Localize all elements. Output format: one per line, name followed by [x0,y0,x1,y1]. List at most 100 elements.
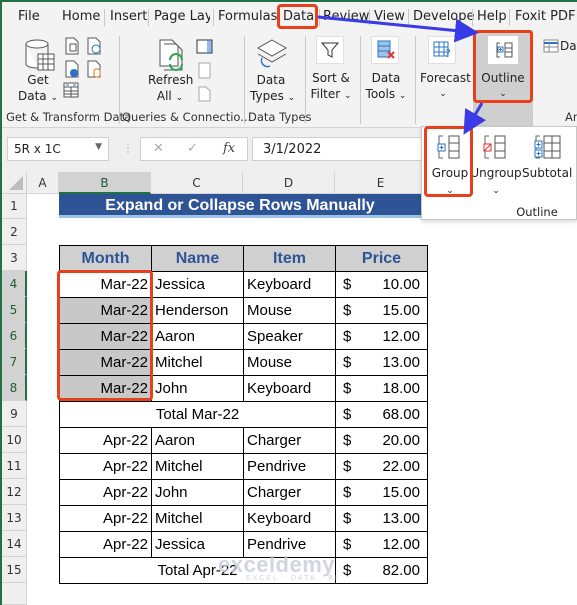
tab-review[interactable]: Review [323,9,369,24]
select-all-button[interactable] [2,172,27,194]
queries-pane-icon[interactable] [196,39,214,55]
svg-text:?: ? [445,47,451,59]
watermark: exceldemy EXCEL · DATA · BI [218,552,339,582]
name-cell[interactable]: Aaron [151,427,244,454]
row-header[interactable]: 5 [2,297,27,323]
existing-connections-icon[interactable] [86,60,102,78]
from-table-icon[interactable] [63,82,79,98]
price-cell[interactable]: $18.00 [335,375,428,402]
refresh-icon [159,39,183,71]
row-header[interactable]: 2 [2,219,27,245]
data-analysis-icon[interactable] [543,39,559,53]
formula-bar: 5R x 1C ▼ ⋮ ✕ ✓ fx 3/1/2022 [2,128,452,172]
name-cell[interactable]: John [151,375,244,402]
formula-bar-grip: ⋮ [122,141,134,155]
header-price[interactable]: Price [335,245,428,272]
tab-formulas[interactable]: Formulas [218,9,277,24]
item-cell[interactable]: Mouse [243,349,336,376]
price-cell[interactable]: $12.00 [335,323,428,350]
name-box[interactable]: 5R x 1C ▼ [7,137,109,161]
item-cell[interactable]: Charger [243,427,336,454]
header-name[interactable]: Name [151,245,244,272]
from-text-icon[interactable] [64,37,80,55]
name-cell[interactable]: Mitchel [151,453,244,480]
row-header[interactable]: 9 [2,401,27,427]
tab-home[interactable]: Home [62,9,100,24]
properties-icon[interactable] [198,62,212,80]
name-cell[interactable]: John [151,479,244,506]
row-header[interactable]: 4 [2,271,27,297]
price-cell[interactable]: $12.00 [335,531,428,558]
total-row: Total Mar-22 $68.00 [59,401,428,428]
item-cell[interactable]: Charger [243,479,336,506]
row-header[interactable]: 8 [2,375,27,401]
month-cell[interactable]: Apr-22 [59,505,152,532]
item-cell[interactable]: Mouse [243,297,336,324]
row-header[interactable]: 6 [2,323,27,349]
row-header[interactable]: 10 [2,427,27,453]
column-header-d[interactable]: D [243,172,335,194]
column-header-c[interactable]: C [151,172,243,194]
sheet-title[interactable]: Expand or Collapse Rows Manually [59,194,421,218]
name-cell[interactable]: Henderson [151,297,244,324]
price-cell[interactable]: $22.00 [335,453,428,480]
price-cell[interactable]: $13.00 [335,505,428,532]
insert-function-icon[interactable]: fx [223,141,235,156]
item-cell[interactable]: Keyboard [243,505,336,532]
header-item[interactable]: Item [243,245,336,272]
enter-icon[interactable]: ✓ [187,141,198,156]
tab-insert[interactable]: Insert [110,9,147,24]
name-cell[interactable]: Aaron [151,323,244,350]
row-header[interactable]: 11 [2,453,27,479]
tab-foxit-pdf[interactable]: Foxit PDF [515,9,575,24]
row-header[interactable]: 13 [2,505,27,531]
row-header[interactable]: 7 [2,349,27,375]
table-row: Apr-22 Aaron Charger $20.00 [59,427,428,454]
month-cell[interactable]: Apr-22 [59,531,152,558]
table-header-row: Month Name Item Price [59,245,428,272]
tab-help[interactable]: Help [477,9,507,24]
row-header[interactable]: 1 [2,194,27,219]
item-cell[interactable]: Speaker [243,323,336,350]
data-tools-icon [377,40,395,59]
row-header[interactable]: 12 [2,479,27,505]
price-cell[interactable]: $15.00 [335,297,428,324]
item-cell[interactable]: Keyboard [243,271,336,298]
total-price[interactable]: $68.00 [335,401,428,428]
column-header-e[interactable]: E [335,172,427,194]
table-row: Apr-22 John Charger $15.00 [59,479,428,506]
table-row: Apr-22 Mitchel Keyboard $13.00 [59,505,428,532]
name-cell[interactable]: Mitchel [151,349,244,376]
row-header[interactable] [2,583,27,605]
column-header-b[interactable]: B [59,172,151,194]
formula-buttons: ✕ ✓ fx [140,137,248,161]
month-cell[interactable]: Apr-22 [59,453,152,480]
recent-sources-icon[interactable] [86,37,102,55]
item-cell[interactable]: Keyboard [243,375,336,402]
month-cell[interactable]: Apr-22 [59,479,152,506]
data-types-icon [256,39,288,68]
price-cell[interactable]: $15.00 [335,479,428,506]
column-header-a[interactable]: A [27,172,59,194]
total-price[interactable]: $82.00 [335,557,428,584]
row-header[interactable]: 3 [2,245,27,271]
row-header[interactable]: 15 [2,557,27,583]
price-cell[interactable]: $20.00 [335,427,428,454]
total-label[interactable]: Total Mar-22 [59,401,336,428]
cancel-icon[interactable]: ✕ [153,141,164,156]
name-cell[interactable]: Mitchel [151,505,244,532]
item-cell[interactable]: Pendrive [243,453,336,480]
name-cell[interactable]: Jessica [151,271,244,298]
tab-page-layout[interactable]: Page Layo [154,9,210,24]
from-web-icon[interactable] [64,60,80,78]
edit-links-icon[interactable] [198,86,212,102]
tab-developer[interactable]: Develope [413,9,475,24]
price-cell[interactable]: $13.00 [335,349,428,376]
tab-file[interactable]: File [18,9,40,24]
price-cell[interactable]: $10.00 [335,271,428,298]
row-header[interactable]: 14 [2,531,27,557]
data-tab-highlight [277,4,318,29]
tab-view[interactable]: View [374,9,405,24]
month-cell[interactable]: Apr-22 [59,427,152,454]
header-month[interactable]: Month [59,245,152,272]
